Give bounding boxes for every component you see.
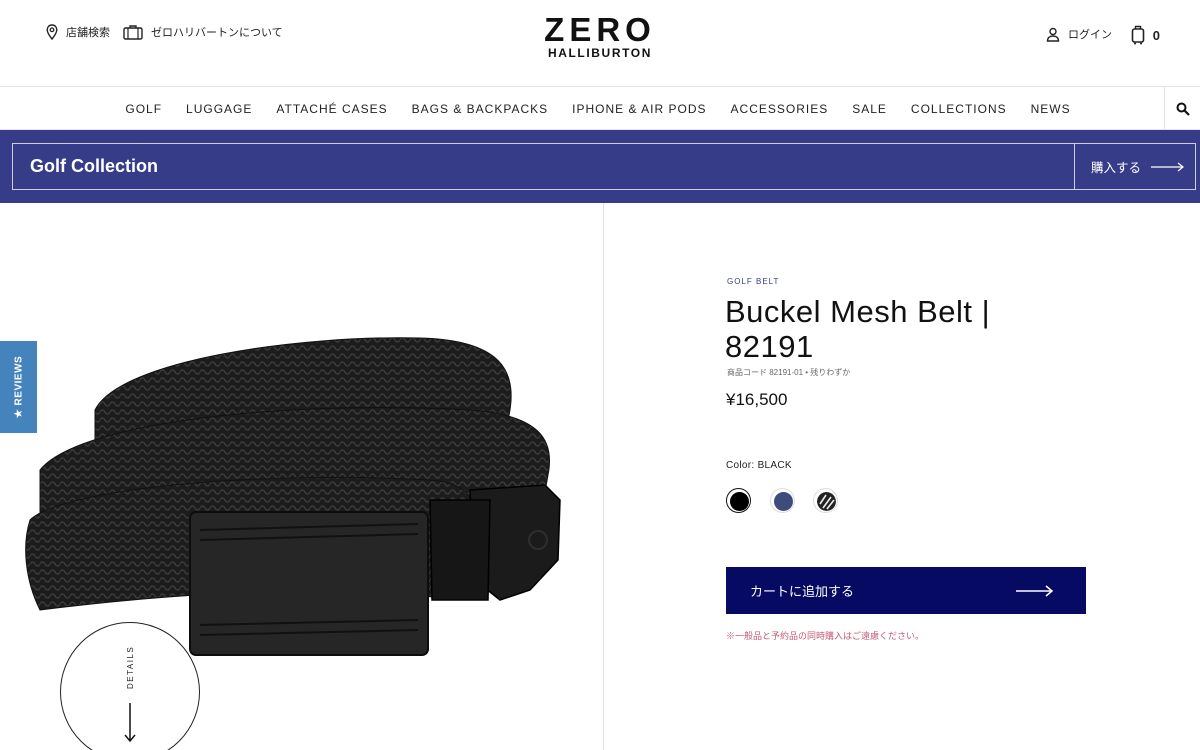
color-swatch-navy[interactable] [770,488,795,513]
search-button[interactable] [1164,87,1200,130]
color-selection-label: Color: BLACK [726,460,792,471]
nav-item-luggage[interactable]: LUGGAGE [186,102,252,116]
nav-item-news[interactable]: NEWS [1031,102,1071,116]
add-to-cart-button[interactable]: カートに追加する [726,567,1086,614]
logo-line2: HALLIBURTON [547,46,653,60]
reviews-label: ★ REVIEWS [13,355,24,419]
product-price: ¥16,500 [726,390,788,409]
swatch-black-dot [730,492,749,511]
nav-item-sale[interactable]: SALE [852,102,887,116]
nav-item-accessories[interactable]: ACCESSORIES [731,102,829,116]
cart-count: 0 [1152,27,1160,43]
nav-item-iphone-airpods[interactable]: IPHONE & AIR PODS [572,102,706,116]
arrow-right-icon [1016,585,1054,597]
product-sku: 商品コード 82191-01 • 残りわずか [727,368,851,377]
product-title: Buckel Mesh Belt | 82191 [725,294,991,364]
golf-collection-banner: Golf Collection 購入する [0,130,1200,203]
details-button[interactable]: DETAILS [60,622,200,750]
banner-title: Golf Collection [30,156,158,176]
purchase-note: ※一般品と予約品の同時購入はご遠慮ください。 [726,631,925,641]
login-link[interactable]: ログイン [1046,26,1112,42]
details-label: DETAILS [126,645,135,689]
selected-color: BLACK [757,460,792,471]
nav-item-collections[interactable]: COLLECTIONS [911,102,1007,116]
color-swatch-pattern[interactable] [813,488,838,513]
banner-buy-label: 購入する [1091,161,1142,175]
swatch-navy-dot [774,492,793,511]
arrow-right-icon [1151,162,1184,171]
nav-item-bags-backpacks[interactable]: BAGS & BACKPACKS [412,102,549,116]
arrow-down-icon [124,703,136,743]
banner-frame: Golf Collection 購入する [12,143,1196,190]
color-swatch-black[interactable] [726,488,751,513]
reviews-tab[interactable]: ★ REVIEWS [0,341,37,433]
user-icon [1046,27,1060,42]
product-category: GOLF BELT [727,277,780,286]
site-header: 店舗検索 ゼロハリバートンについて ZERO HALLIBURTON ログイン … [0,0,1200,87]
cart-link[interactable]: 0 [1131,25,1160,45]
brand-logo[interactable]: ZERO HALLIBURTON [0,11,1200,60]
swatch-pattern-dot [817,492,836,511]
nav-item-attache-cases[interactable]: ATTACHÉ CASES [276,102,387,116]
search-icon [1176,102,1190,116]
color-label-prefix: Color: [726,460,755,471]
banner-buy-button[interactable]: 購入する [1074,144,1195,189]
add-to-cart-label: カートに追加する [750,584,855,599]
nav-item-golf[interactable]: GOLF [125,102,162,116]
logo-line1: ZERO [544,11,656,48]
login-label: ログイン [1068,29,1112,41]
main-nav: GOLF LUGGAGE ATTACHÉ CASES BAGS & BACKPA… [0,87,1200,130]
suitcase-cart-icon [1131,25,1145,45]
